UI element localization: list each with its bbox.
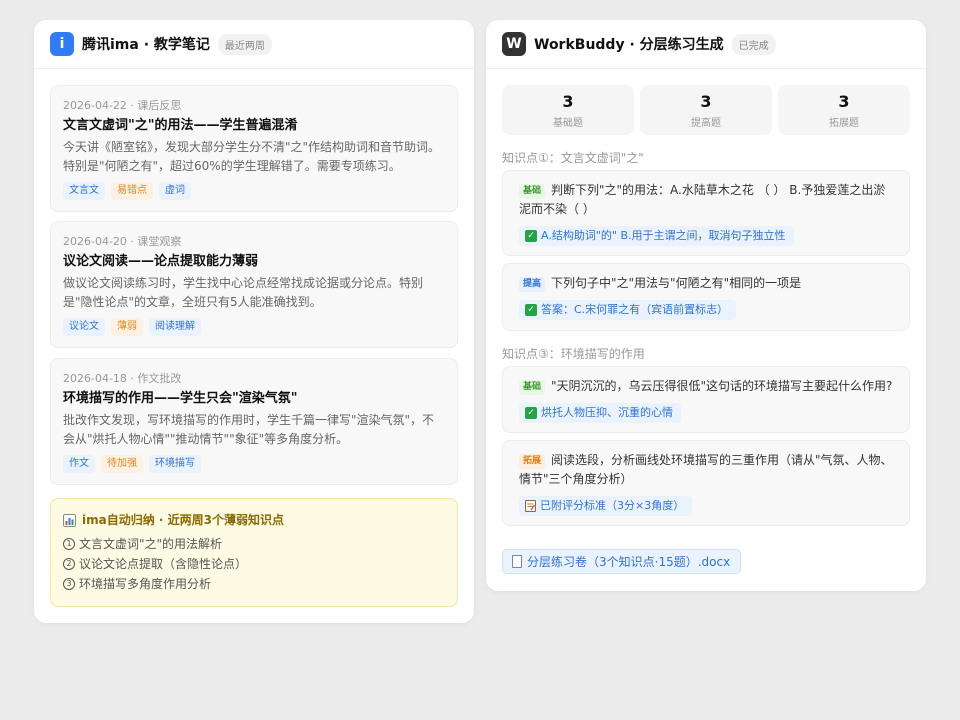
note-body: 做议论文阅读练习时，学生找中心论点经常找成论据或分论点。特别是"隐性论点"的文章… (63, 276, 424, 309)
note-title: 文言文虚词"之"的用法——学生普遍混淆 (63, 118, 298, 133)
summary-title-row: ima自动归纳 · 近两周3个薄弱知识点 (63, 511, 445, 529)
summary-list: 1 文言文虚词"之"的用法解析 2 议论文论点提取（含隐性论点） 3 环境描写多… (63, 534, 445, 594)
stat-number: 3 (700, 91, 712, 111)
note-body: 批改作文发现，写环境描写的作用时，学生千篇一律写"渲染气氛"，不会从"烘托人物心… (63, 413, 435, 446)
note-meta: 2026-04-18 · 作文批改 (63, 372, 182, 385)
answer-text: A.结构助词"的" B.用于主谓之间，取消句子独立性 (541, 229, 786, 242)
stat-label: 基础题 (553, 117, 583, 129)
note-tag[interactable]: 阅读理解 (149, 318, 201, 336)
summary-title: ima自动归纳 · 近两周3个薄弱知识点 (82, 513, 284, 527)
stat-basic: 3 基础题 (502, 85, 634, 135)
ima-panel-header: i 腾讯ima · 教学笔记 最近两周 (34, 20, 474, 69)
question-body: 判断下列"之"的用法：A.水陆草木之花 （ ） B.予独爱莲之出淤泥而不染（ ） (519, 183, 886, 216)
stat-number: 3 (838, 91, 850, 111)
note-card[interactable]: 2026-04-18 · 作文批改 环境描写的作用——学生只会"渲染气氛" 批改… (50, 358, 458, 485)
note-tags: 议论文 薄弱 阅读理解 (63, 318, 445, 336)
answer-chip[interactable]: 已附评分标准（3分×3角度） (519, 496, 693, 516)
circled-number: 1 (63, 538, 75, 550)
summary-item-text: 议论文论点提取（含隐性论点） (79, 557, 248, 571)
stat-label: 拓展题 (829, 117, 859, 129)
note-tag[interactable]: 薄弱 (111, 318, 143, 336)
check-icon: ✓ (525, 230, 537, 242)
question-text: 基础 判断下列"之"的用法：A.水陆草木之花 （ ） B.予独爱莲之出淤泥而不染（… (519, 181, 897, 219)
answer-text: 已附评分标准（3分×3角度） (540, 499, 685, 512)
status-badge: 已完成 (731, 33, 776, 55)
note-tags: 作文 待加强 环境描写 (63, 455, 445, 473)
circled-number: 3 (63, 578, 75, 590)
note-tag[interactable]: 文言文 (63, 182, 105, 200)
question-card[interactable]: 提高 下列句子中"之"用法与"何陋之有"相同的一项是 ✓ 答案：C.宋何罪之有（宾… (502, 263, 910, 331)
question-text: 基础 "天阴沉沉的，乌云压得很低"这句话的环境描写主要起什么作用? (519, 377, 897, 396)
bar-chart-icon (63, 513, 76, 527)
workbuddy-panel: W WorkBuddy · 分层练习生成 已完成 3 基础题 3 提高题 3 拓… (486, 20, 926, 591)
stat-expand: 3 拓展题 (778, 85, 910, 135)
stat-improve: 3 提高题 (640, 85, 772, 135)
answer-chip[interactable]: ✓ A.结构助词"的" B.用于主谓之间，取消句子独立性 (519, 226, 794, 246)
question-card[interactable]: 基础 "天阴沉沉的，乌云压得很低"这句话的环境描写主要起什么作用? ✓ 烘托人物压… (502, 366, 910, 433)
summary-item-text: 文言文虚词"之"的用法解析 (79, 537, 223, 551)
summary-item: 3 环境描写多角度作用分析 (63, 574, 445, 594)
document-icon (512, 555, 522, 568)
note-tag[interactable]: 议论文 (63, 318, 105, 336)
ima-notes-panel: i 腾讯ima · 教学笔记 最近两周 2026-04-22 · 课后反思 文言… (34, 20, 474, 623)
stat-label: 提高题 (691, 117, 721, 129)
answer-chip[interactable]: ✓ 答案：C.宋何罪之有（宾语前置标志） (519, 300, 737, 320)
note-tags: 文言文 易错点 虚词 (63, 182, 445, 200)
note-body: 今天讲《陋室铭》，发现大部分学生分不清"之"作结构助词和音节助词。特别是"何陋之… (63, 140, 441, 173)
summary-item: 1 文言文虚词"之"的用法解析 (63, 534, 445, 554)
stat-number: 3 (562, 91, 574, 111)
answer-text: 烘托人物压抑、沉重的心情 (541, 406, 673, 419)
workbuddy-panel-header: W WorkBuddy · 分层练习生成 已完成 (486, 20, 926, 69)
question-stats: 3 基础题 3 提高题 3 拓展题 (502, 85, 910, 135)
knowledge-point-label: 知识点③：环境描写的作用 (502, 347, 645, 361)
question-card[interactable]: 基础 判断下列"之"的用法：A.水陆草木之花 （ ） B.予独爱莲之出淤泥而不染（… (502, 170, 910, 256)
level-badge: 拓展 (519, 454, 546, 469)
check-icon: ✓ (525, 304, 537, 316)
note-tag[interactable]: 易错点 (111, 182, 153, 200)
note-title: 环境描写的作用——学生只会"渲染气氛" (63, 391, 298, 406)
summary-item-text: 环境描写多角度作用分析 (79, 577, 212, 591)
question-text: 提高 下列句子中"之"用法与"何陋之有"相同的一项是 (519, 274, 897, 293)
question-card[interactable]: 拓展 阅读选段，分析画线处环境描写的三重作用（请从"气氛、人物、情节"三个角度分析… (502, 440, 910, 526)
answer-text: 答案：C.宋何罪之有（宾语前置标志） (541, 303, 729, 316)
memo-icon (525, 500, 536, 512)
workbuddy-panel-title: WorkBuddy · 分层练习生成 (534, 37, 724, 53)
note-tag[interactable]: 作文 (63, 455, 95, 473)
ima-panel-title: 腾讯ima · 教学笔记 (82, 37, 210, 53)
level-badge: 基础 (519, 184, 546, 199)
note-card[interactable]: 2026-04-22 · 课后反思 文言文虚词"之"的用法——学生普遍混淆 今天… (50, 85, 458, 212)
level-badge: 基础 (519, 380, 546, 395)
workbuddy-app-icon: W (502, 32, 526, 56)
note-tag[interactable]: 待加强 (101, 455, 143, 473)
level-badge: 提高 (519, 277, 546, 292)
check-icon: ✓ (525, 407, 537, 419)
docx-file-link[interactable]: 分层练习卷（3个知识点·15题）.docx (502, 549, 742, 574)
weak-points-summary: ima自动归纳 · 近两周3个薄弱知识点 1 文言文虚词"之"的用法解析 2 议… (50, 498, 458, 607)
note-card[interactable]: 2026-04-20 · 课堂观察 议论文阅读——论点提取能力薄弱 做议论文阅读… (50, 221, 458, 348)
summary-item: 2 议论文论点提取（含隐性论点） (63, 554, 445, 574)
answer-chip[interactable]: ✓ 烘托人物压抑、沉重的心情 (519, 403, 681, 423)
note-tag[interactable]: 环境描写 (149, 455, 201, 473)
note-meta: 2026-04-20 · 课堂观察 (63, 235, 182, 248)
question-body: "天阴沉沉的，乌云压得很低"这句话的环境描写主要起什么作用? (551, 379, 893, 393)
note-tag[interactable]: 虚词 (159, 182, 191, 200)
question-body: 阅读选段，分析画线处环境描写的三重作用（请从"气氛、人物、情节"三个角度分析） (519, 453, 893, 486)
ima-app-icon: i (50, 32, 74, 56)
knowledge-point-label: 知识点①：文言文虚词"之" (502, 151, 644, 165)
circled-number: 2 (63, 558, 75, 570)
time-range-badge[interactable]: 最近两周 (217, 33, 272, 55)
note-meta: 2026-04-22 · 课后反思 (63, 99, 182, 112)
note-title: 议论文阅读——论点提取能力薄弱 (63, 254, 259, 269)
question-body: 下列句子中"之"用法与"何陋之有"相同的一项是 (551, 276, 802, 290)
question-text: 拓展 阅读选段，分析画线处环境描写的三重作用（请从"气氛、人物、情节"三个角度分析… (519, 451, 897, 489)
file-name: 分层练习卷（3个知识点·15题）.docx (527, 555, 731, 569)
